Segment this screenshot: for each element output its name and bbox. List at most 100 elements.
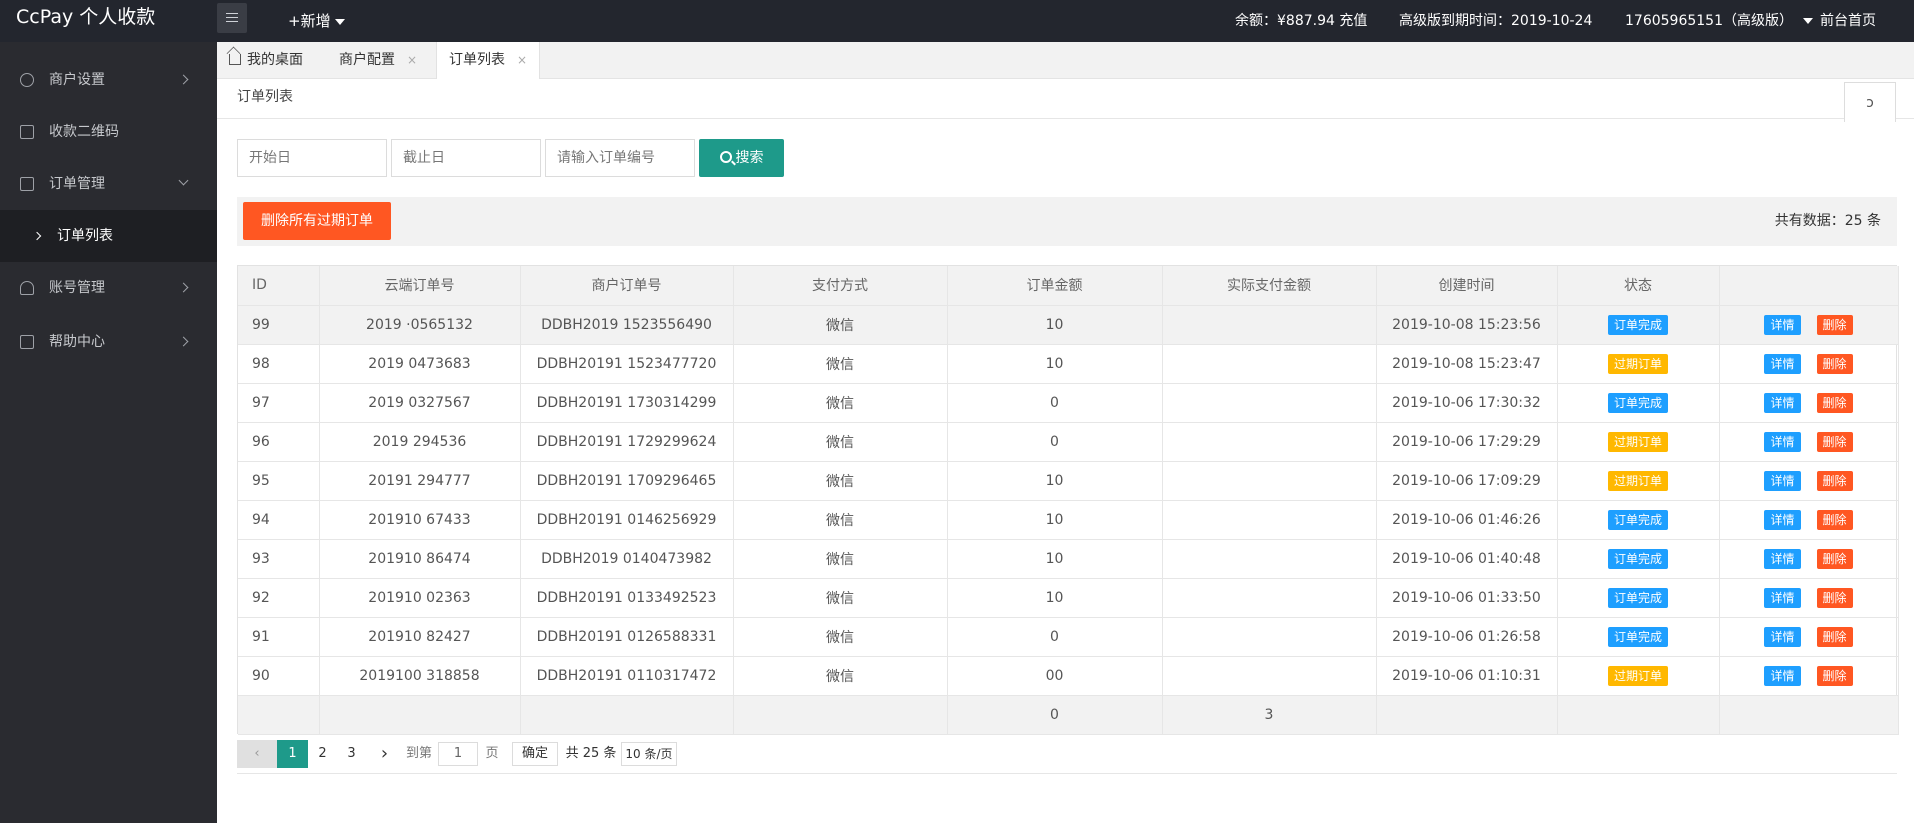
actual-amount-cell <box>1162 305 1377 345</box>
sidebar-item-label: 订单管理 <box>49 176 105 192</box>
delete-button[interactable]: 删除 <box>1816 470 1853 491</box>
front-home-link[interactable]: 前台首页 <box>1820 0 1876 42</box>
tab-desktop[interactable]: 我的桌面 <box>217 42 315 79</box>
sidebar-item-qrcode[interactable]: 收款二维码 <box>0 106 217 158</box>
sidebar-item-account[interactable]: 账号管理 <box>0 262 217 314</box>
menu-toggle-button[interactable] <box>217 3 247 33</box>
refresh-button[interactable]: ↄ <box>1844 82 1896 122</box>
search-button-label: 搜索 <box>735 150 764 166</box>
chevron-right-icon <box>178 336 189 347</box>
created-time-cell: 2019-10-06 17:29:29 <box>1376 422 1558 462</box>
created-time-cell: 2019-10-06 01:40:48 <box>1376 539 1558 579</box>
page-3-button[interactable]: 3 <box>337 740 366 768</box>
end-date-input[interactable]: 截止日 <box>391 139 541 177</box>
detail-button[interactable]: 详情 <box>1764 431 1801 452</box>
delete-button[interactable]: 删除 <box>1816 665 1853 686</box>
sidebar-item-order-management[interactable]: 订单管理 <box>0 158 217 210</box>
close-icon[interactable]: × <box>517 53 527 67</box>
balance-recharge[interactable]: 余额：¥887.94 充值 <box>1235 0 1367 42</box>
account-menu[interactable]: 17605965151（高级版） <box>1625 0 1813 42</box>
actual-amount-cell <box>1162 500 1377 540</box>
id-cell: 93 <box>238 539 320 579</box>
delete-button[interactable]: 删除 <box>1816 392 1853 413</box>
created-time-cell: 2019-10-06 01:46:26 <box>1376 500 1558 540</box>
merchant-order-cell: DDBH20191 1729299624 <box>520 422 734 462</box>
detail-button[interactable]: 详情 <box>1764 392 1801 413</box>
next-page-button[interactable]: › <box>370 740 399 768</box>
app-logo[interactable]: CcPay 个人收款 <box>0 0 217 42</box>
page-1-button[interactable]: 1 <box>277 740 308 768</box>
table-row: 99 2019 ·0565132 DDBH2019 1523556490 微信 10 20… <box>238 305 1899 345</box>
delete-button[interactable]: 删除 <box>1816 431 1853 452</box>
merchant-order-cell: DDBH20191 1709296465 <box>520 461 734 501</box>
amount-cell: 0 <box>947 422 1163 462</box>
id-cell: 91 <box>238 617 320 657</box>
status-cell: 订单完成 <box>1557 383 1720 423</box>
id-cell: 99 <box>238 305 320 345</box>
detail-button[interactable]: 详情 <box>1764 626 1801 647</box>
prev-page-button[interactable]: ‹ <box>237 740 277 768</box>
search-button[interactable]: 搜索 <box>699 139 784 177</box>
amount-cell: 10 <box>947 539 1163 579</box>
goto-confirm-button[interactable]: 确定 <box>512 742 558 766</box>
sidebar: 商户设置 收款二维码 订单管理 订单列表 账号管理 帮助中心 <box>0 42 217 823</box>
delete-button[interactable]: 删除 <box>1816 314 1853 335</box>
delete-button[interactable]: 删除 <box>1816 353 1853 374</box>
sidebar-item-merchant-settings[interactable]: 商户设置 <box>0 54 217 106</box>
actual-amount-cell <box>1162 656 1377 696</box>
merchant-order-cell: DDBH20191 0126588331 <box>520 617 734 657</box>
close-icon[interactable]: × <box>407 53 417 67</box>
tab-merchant-config[interactable]: 商户配置 × <box>327 42 429 79</box>
delete-button[interactable]: 删除 <box>1816 509 1853 530</box>
chevron-right-icon <box>32 231 42 241</box>
detail-button[interactable]: 详情 <box>1764 548 1801 569</box>
sidebar-item-order-list[interactable]: 订单列表 <box>0 210 217 262</box>
new-menu[interactable]: +新增 <box>288 0 345 42</box>
actions-cell: 详情 删除 <box>1719 461 1899 501</box>
sidebar-item-help[interactable]: 帮助中心 <box>0 316 217 368</box>
new-label: +新增 <box>288 12 331 30</box>
sidebar-item-label: 收款二维码 <box>49 124 119 140</box>
user-icon <box>20 281 34 295</box>
detail-button[interactable]: 详情 <box>1764 470 1801 491</box>
chevron-down-icon <box>178 175 189 186</box>
detail-button[interactable]: 详情 <box>1764 665 1801 686</box>
status-badge: 订单完成 <box>1607 587 1668 608</box>
pagination-total: 共 25 条 <box>565 746 617 761</box>
status-cell: 订单完成 <box>1557 305 1720 345</box>
amount-cell: 10 <box>947 305 1163 345</box>
table-row: 95 20191 294777 DDBH20191 1709296465 微信 10 20… <box>238 461 1899 501</box>
total-count: 共有数据：25 条 <box>1774 213 1881 229</box>
column-header: 订单金额 <box>947 266 1163 306</box>
order-number-input[interactable]: 请输入订单编号 <box>545 139 695 177</box>
status-cell: 过期订单 <box>1557 344 1720 384</box>
delete-button[interactable]: 删除 <box>1816 626 1853 647</box>
start-date-input[interactable]: 开始日 <box>237 139 387 177</box>
merchant-order-cell: DDBH20191 0146256929 <box>520 500 734 540</box>
tab-label: 我的桌面 <box>247 52 303 68</box>
column-header: ID <box>238 266 320 306</box>
column-header: 实际支付金额 <box>1162 266 1377 306</box>
per-page-select[interactable]: 10 条/页 <box>621 742 677 766</box>
tab-order-list[interactable]: 订单列表 × <box>436 42 541 79</box>
pay-method-cell: 微信 <box>733 383 948 423</box>
detail-button[interactable]: 详情 <box>1764 353 1801 374</box>
table-row: 91 201910 82427 DDBH20191 0126588331 微信 0 201… <box>238 617 1899 657</box>
sidebar-item-label: 账号管理 <box>49 280 105 296</box>
table-row: 93 201910 86474 DDBH2019 0140473982 微信 10 201… <box>238 539 1899 579</box>
goto-page-input[interactable]: 1 <box>438 742 478 766</box>
delete-button[interactable]: 删除 <box>1816 548 1853 569</box>
page-2-button[interactable]: 2 <box>308 740 337 768</box>
delete-expired-button[interactable]: 删除所有过期订单 <box>243 202 391 240</box>
status-badge: 过期订单 <box>1607 665 1668 686</box>
actual-amount-cell <box>1162 383 1377 423</box>
column-header: 创建时间 <box>1376 266 1558 306</box>
column-header: 云端订单号 <box>319 266 521 306</box>
goto-label: 到第 <box>405 746 432 761</box>
detail-button[interactable]: 详情 <box>1764 509 1801 530</box>
actions-cell: 详情 删除 <box>1719 656 1899 696</box>
status-badge: 订单完成 <box>1607 392 1668 413</box>
delete-button[interactable]: 删除 <box>1816 587 1853 608</box>
detail-button[interactable]: 详情 <box>1764 587 1801 608</box>
detail-button[interactable]: 详情 <box>1764 314 1801 335</box>
